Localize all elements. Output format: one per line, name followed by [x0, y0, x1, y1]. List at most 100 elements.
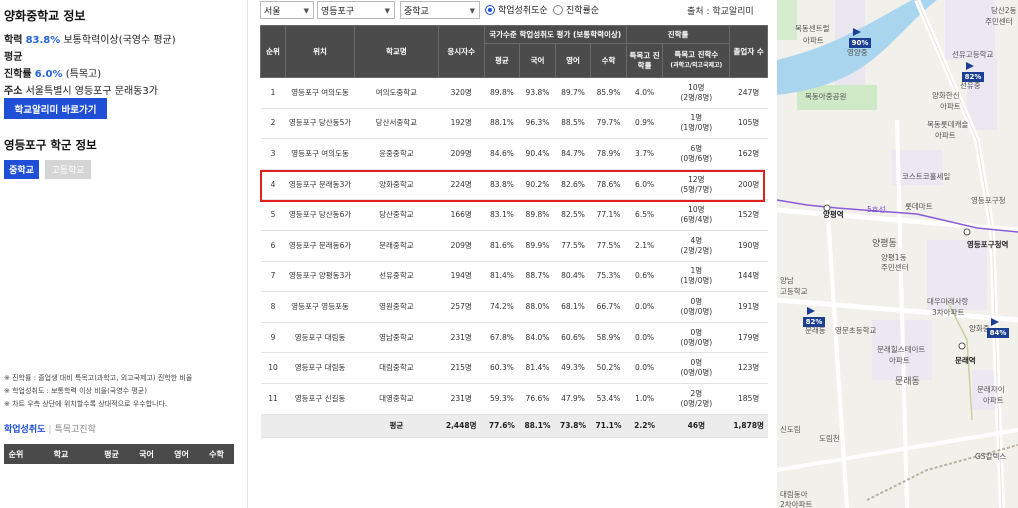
school-marker[interactable]: 84%: [987, 318, 1009, 340]
tab-high-school[interactable]: 고등학교: [45, 160, 91, 179]
cell-students: 194명: [438, 261, 485, 293]
cell-avg: 59.3%: [484, 383, 520, 415]
cell-avg: 81.6%: [484, 230, 520, 262]
table-row[interactable]: 6 영등포구 문래동6가 문래중학교 209명 81.6% 89.9% 77.5% 77.5%…: [260, 230, 768, 262]
school-alimi-button[interactable]: 학교알리미 바로가기: [4, 98, 107, 119]
cell-cnt: 0명 (0명/0명): [662, 352, 730, 384]
cell-cnt: 12명 (5명/7명): [662, 169, 730, 201]
cell-loc: 영등포구 당산동5가: [285, 108, 355, 140]
header-students: 응시자수: [437, 25, 485, 78]
level-select[interactable]: 중학교 ▼: [400, 1, 480, 19]
cell-loc: 영등포구 문래동3가: [285, 169, 355, 201]
cell-rank: 4: [260, 169, 286, 201]
tab-achievement[interactable]: 학업성취도: [4, 425, 45, 435]
col-kor: 국어: [139, 449, 154, 459]
map-label: 양화한신: [932, 91, 960, 100]
flag-icon: [807, 307, 815, 315]
address-value: 서울특별시 영등포구 문래동3가: [25, 86, 158, 97]
cell-cnt-sub: (0명/2명): [680, 398, 713, 408]
cell-cnt-value: 12명: [688, 174, 705, 184]
note-item: ※ 진학률 : 졸업생 대비 특목고(과학고, 외고국제고) 진학한 비율: [4, 374, 193, 382]
city-select[interactable]: 서울 ▼: [260, 1, 314, 19]
cell-eng: 89.7%: [555, 77, 591, 109]
map-label: 영등포구청역: [967, 240, 1009, 249]
cell-cnt-sub: (2명/2명): [680, 245, 713, 255]
advance-label: 진학률: [4, 69, 32, 80]
map-label: 아파트: [940, 102, 961, 111]
header-avg: 평균: [483, 43, 521, 78]
table-row[interactable]: 8 영등포구 영등포동 영원중학교 257명 74.2% 88.0% 68.1% 66.7% 0…: [260, 291, 768, 323]
district-select-value: 영등포구: [321, 6, 355, 17]
map-label: 문래힐스테이트: [877, 345, 926, 354]
map-label: 도림천: [819, 434, 840, 443]
header-school: 학교명: [354, 25, 439, 78]
table-row[interactable]: 7 영등포구 양평동3가 선유중학교 194명 81.4% 88.7% 80.4% 75.3%…: [260, 261, 768, 293]
cell-school: 당산서중학교: [354, 108, 439, 140]
tab-middle-school[interactable]: 중학교: [4, 160, 39, 179]
map-view[interactable]: 목동센트럴 아파트 영양중 목동아중공원 선유고등학교 당산2동 주민센터 양화…: [777, 0, 1018, 508]
cell-kor: 90.4%: [519, 138, 556, 170]
sort-advance-radio[interactable]: 진학률순: [553, 3, 599, 16]
header-evaluation-group: 국가수준 학업성취도 평가 (보통학력이상): [483, 25, 627, 44]
cell-avg: 88.1%: [484, 108, 520, 140]
cell-rank: 5: [260, 199, 286, 231]
cell-avg: 60.3%: [484, 352, 520, 384]
cell-students: 320명: [438, 77, 485, 109]
table-row[interactable]: 1 영등포구 여의도동 여의도중학교 320명 89.8% 93.8% 89.7% 85.9%…: [260, 77, 768, 109]
school-marker[interactable]: 82%: [803, 307, 825, 329]
table-row[interactable]: 10 영등포구 대림동 대림중학교 215명 60.3% 81.4% 49.3% 50.2% 0…: [260, 352, 768, 384]
col-eng: 영어: [174, 449, 189, 459]
achievement-value: 83.8%: [25, 35, 61, 46]
map-label: 목동롯데캐슬: [927, 120, 969, 129]
school-marker[interactable]: 82%: [962, 62, 984, 84]
cell-cnt-value: 0명: [690, 327, 703, 337]
cell-grads: 200명: [729, 169, 768, 201]
cell-rate: 1.0%: [626, 383, 663, 415]
cell-grads: 123명: [729, 352, 768, 384]
school-marker[interactable]: 90%: [849, 28, 871, 50]
map-label: 양평1동: [881, 253, 907, 262]
cell-loc: 영등포구 대림동: [285, 322, 355, 354]
cell-cnt-sub: (0명/0명): [680, 337, 713, 347]
cell-kor: 90.2%: [519, 169, 556, 201]
table-row[interactable]: 11 영등포구 신길동 대영중학교 231명 59.3% 76.6% 47.9% 53.4% 1…: [260, 383, 768, 415]
cell-eng: 68.1%: [555, 291, 591, 323]
cell-loc: 영등포구 대림동: [285, 352, 355, 384]
sort-achievement-radio[interactable]: 학업성취도순: [485, 3, 548, 16]
cell-avg: 84.6%: [484, 138, 520, 170]
map-label: 고등학교: [780, 287, 808, 296]
avg-cell: 46명: [662, 414, 730, 438]
cell-cnt: 1명 (1명/0명): [662, 108, 730, 140]
table-row[interactable]: 2 영등포구 당산동5가 당산서중학교 192명 88.1% 96.3% 88.5% 79.7…: [260, 108, 768, 140]
chevron-down-icon: ▼: [303, 7, 309, 15]
district-select[interactable]: 영등포구 ▼: [317, 1, 395, 19]
note-item: ※ 학업성취도 : 보통학력 이상 비율(국영수 평균): [4, 387, 147, 395]
cell-grads: 179명: [729, 322, 768, 354]
map-label: 당산2동: [991, 6, 1017, 15]
cell-school: 영남중학교: [354, 322, 439, 354]
map-label: 2차아파트: [780, 500, 813, 508]
cell-students: 231명: [438, 383, 485, 415]
table-row[interactable]: 9 영등포구 대림동 영남중학교 231명 67.8% 84.0% 60.6% 58.9% 0.…: [260, 322, 768, 354]
table-row[interactable]: 3 영등포구 여의도동 윤중중학교 209명 84.6% 90.4% 84.7% 78.9% 3…: [260, 138, 768, 170]
cell-avg: 74.2%: [484, 291, 520, 323]
flag-icon: [853, 28, 861, 36]
cell-school: 윤중중학교: [354, 138, 439, 170]
table-row[interactable]: 5 영등포구 당산동6가 당산중학교 166명 83.1% 89.8% 82.5% 77.1%…: [260, 199, 768, 231]
cell-students: 224명: [438, 169, 485, 201]
cell-cnt-value: 1명: [690, 113, 703, 123]
cell-loc: 영등포구 신길동: [285, 383, 355, 415]
sort-advance-label: 진학률순: [566, 6, 600, 16]
cell-rate: 0.6%: [626, 261, 663, 293]
map-label: 대림동아: [780, 490, 808, 499]
achievement-note: 보통학력이상(국영수 평균): [63, 35, 176, 46]
map-label: 주민센터: [881, 263, 909, 272]
tab-special-school[interactable]: 특목고진학: [54, 425, 95, 435]
cell-eng: 88.5%: [555, 108, 591, 140]
cell-school: 당산중학교: [354, 199, 439, 231]
cell-cnt-sub: (2명/8명): [680, 92, 713, 102]
cell-math: 77.1%: [590, 199, 627, 231]
table-row[interactable]: 4 영등포구 문래동3가 양화중학교 224명 83.8% 90.2% 82.6% 78.6%…: [260, 169, 768, 201]
cell-cnt: 0명 (0명/0명): [662, 291, 730, 323]
marker-percent: 82%: [962, 72, 984, 82]
